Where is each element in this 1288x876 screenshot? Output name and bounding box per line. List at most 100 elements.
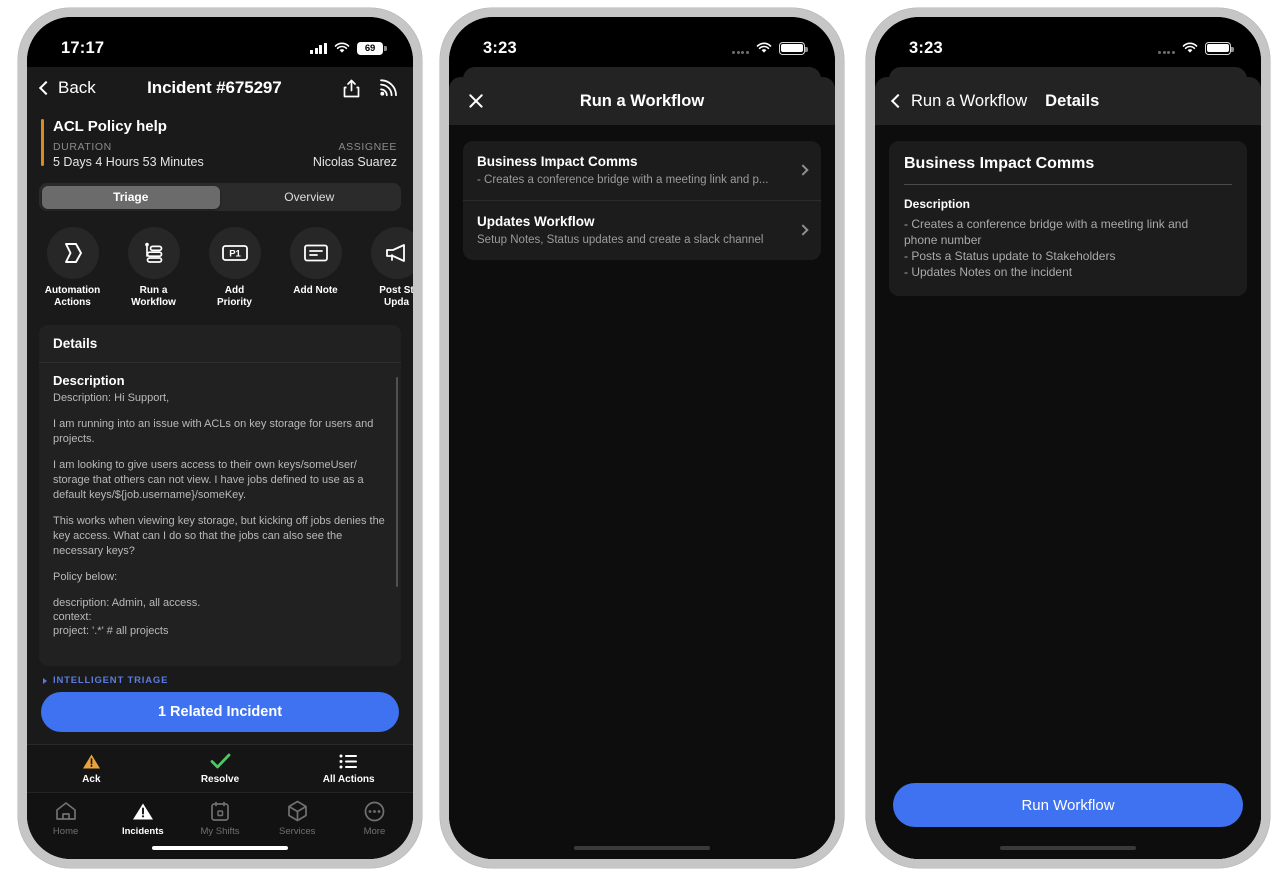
chevron-right-icon [797,224,809,236]
incidents-icon [104,799,181,823]
phone1-status-bar: 17:17 69 [27,17,413,67]
divider [904,184,1232,185]
action-add-note[interactable]: Add Note [282,227,349,309]
priority-p1-icon: P1 [208,227,261,279]
incident-title: ACL Policy help [53,118,167,135]
phone2-status-bar: 3:23 [449,17,835,67]
run-workflow-sheet: Run a Workflow Business Impact Comms - C… [449,77,835,859]
wifi-icon [334,42,350,53]
check-icon [156,751,285,771]
incident-assignee: ASSIGNEE Nicolas Suarez [313,141,397,169]
workflow-name: Business Impact Comms [477,154,638,169]
details-card: Details Description Description: Hi Supp… [39,325,401,666]
description-heading: Description [53,373,125,388]
cube-icon [259,799,336,823]
home-indicator [875,837,1261,859]
broadcast-icon[interactable] [378,78,397,98]
sheet-title: Run a Workflow [579,91,705,110]
all-actions-button[interactable]: All Actions [284,751,413,785]
workflow-detail-card: Business Impact Comms Description - Crea… [889,141,1247,296]
workflow-list: Business Impact Comms - Creates a confer… [463,141,821,260]
tab-services[interactable]: Services [259,799,336,837]
svg-text:P1: P1 [229,249,241,260]
sheet-navbar: Run a Workflow Details [875,77,1261,125]
action-add-priority[interactable]: P1 Add Priority [201,227,268,309]
action-post-status-update[interactable]: Post St Upda [363,227,413,309]
caret-right-icon [43,677,47,684]
action-label-line1: Add Note [293,285,338,296]
description-line: phone number [904,233,982,247]
list-item[interactable]: Business Impact Comms - Creates a confer… [463,141,821,200]
tab-my-shifts[interactable]: My Shifts [181,799,258,837]
action-run-a-workflow[interactable]: Run a Workflow [120,227,187,309]
share-icon[interactable] [343,79,360,98]
tab-label: More [363,826,386,837]
close-x-icon[interactable] [467,92,485,110]
workflow-details-sheet: Run a Workflow Details Business Impact C… [875,77,1261,859]
description-paragraph: Policy below: [53,571,118,583]
policy-line: project: '.*' # all projects [53,625,169,637]
description-paragraph: Description: Hi Support, [53,392,170,404]
wifi-icon [1182,42,1198,53]
run-workflow-button[interactable]: Run Workflow [893,783,1243,827]
action-label-line1: Automation [44,285,101,296]
description-line: - Posts a Status update to Stakeholders [904,249,1116,263]
intelligent-triage-link[interactable]: INTELLIGENT TRIAGE [27,666,413,692]
sheet-title: Details [1045,91,1100,110]
workflow-icon [127,227,180,279]
tab-label: Services [278,826,316,837]
duration-value: 5 Days 4 Hours 53 Minutes [53,155,204,169]
tab-label: My Shifts [200,826,240,837]
note-icon [289,227,342,279]
assignee-value: Nicolas Suarez [312,155,397,169]
description-line: - Updates Notes on the incident [904,265,1073,279]
tab-more[interactable]: More [336,799,413,837]
scroll-indicator[interactable] [395,377,398,587]
tab-triage[interactable]: Triage [41,185,220,209]
resolve-button[interactable]: Resolve [156,751,285,785]
phone3-screen: 3:23 Run a Workflow Details Business Imp… [875,17,1261,859]
home-icon [27,799,104,823]
automation-icon [46,227,99,279]
quick-action-bar: Ack Resolve All Actions [27,744,413,792]
duration-label: DURATION [53,141,112,153]
tab-overview[interactable]: Overview [220,186,399,209]
policy-line: description: Admin, all access. [53,597,201,609]
status-indicators [1158,41,1234,55]
chevron-left-icon [890,93,906,109]
details-card-body[interactable]: Description Description: Hi Support, I a… [39,363,401,666]
tab-label: Incidents [121,826,164,837]
tab-home[interactable]: Home [27,799,104,837]
battery-level: 69 [364,42,376,54]
phone2-content: Run a Workflow Business Impact Comms - C… [449,67,835,859]
sheet-footer: Run Workflow [875,783,1261,837]
status-time: 17:17 [61,38,105,57]
quick-action-carousel[interactable]: Automation Actions Run a Workflow P1 Add… [27,223,413,319]
battery-full-icon [779,41,808,55]
action-automation-actions[interactable]: Automation Actions [39,227,106,309]
description-paragraph: This works when viewing key storage, but… [53,515,385,557]
phone3-status-bar: 3:23 [875,17,1261,67]
description-heading: Description [904,197,971,211]
phone-frame-workflow-details: 3:23 Run a Workflow Details Business Imp… [866,8,1270,868]
phone2-screen: 3:23 Run a Workflow Business Impact Comm… [449,17,835,859]
ack-button[interactable]: Ack [27,751,156,785]
cellular-signal-icon [1158,43,1175,54]
cellular-signal-icon [310,42,327,54]
description-paragraph: I am running into an issue with ACLs on … [53,418,374,445]
action-label-line1: Run a [139,285,168,296]
list-item[interactable]: Updates Workflow Setup Notes, Status upd… [463,200,821,260]
related-incident-button[interactable]: 1 Related Incident [41,692,399,732]
incident-navbar: Back Incident #675297 [27,67,413,109]
battery-icon: 69 [357,41,387,55]
phone-frame-incident-detail: 17:17 69 Back Incident #675297 ACL Polic… [18,8,422,868]
description-paragraph: I am looking to give users access to the… [53,459,364,501]
back-to-run-a-workflow-button[interactable]: Run a Workflow [890,92,1027,111]
tab-incidents[interactable]: Incidents [104,799,181,837]
description-line: - Creates a conference bridge with a mee… [904,217,1189,231]
three-phone-screenshot: 17:17 69 Back Incident #675297 ACL Polic… [0,0,1288,876]
status-indicators: 69 [310,41,387,55]
warning-triangle-icon [27,751,156,771]
sheet-body: Business Impact Comms - Creates a confer… [449,125,835,837]
workflow-description: - Creates a conference bridge with a mee… [477,174,769,186]
